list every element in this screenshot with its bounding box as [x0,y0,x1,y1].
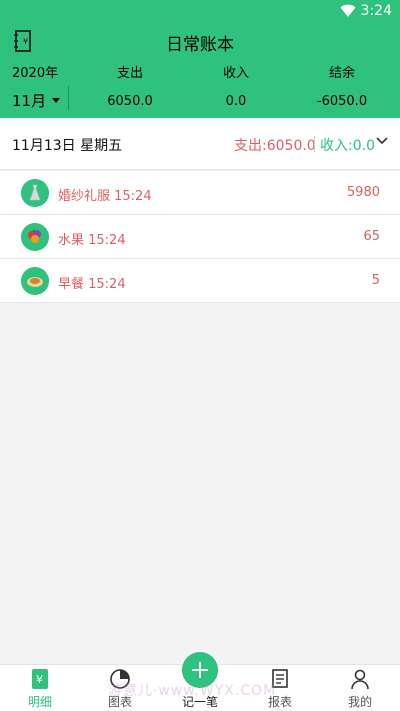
entry-amount: 5 [371,273,380,288]
expense-label: 支出 [116,66,143,81]
entry-name: 婚纱礼服 15:24 [58,189,152,204]
expense-value: 6050.0 [107,94,153,109]
balance-summary: 结余 -6050.0 [302,64,382,114]
income-value: 0.0 [225,94,247,109]
entry-amount: 65 [363,229,380,244]
entry-name: 水果 15:24 [58,233,126,248]
month-summary: 2020年 11月 支出 6050.0 收入 0.0 结余 -6050.0 [0,64,400,114]
month-selector[interactable]: 11月 [12,90,72,111]
svg-text:¥: ¥ [36,673,43,686]
tab-mine[interactable]: 我的 [330,665,390,711]
status-time: 3:24 [360,3,392,19]
expense-summary: 支出 6050.0 [90,64,170,114]
balance-label: 结余 [328,66,355,81]
day-group-header[interactable]: 11月13日 星期五 支出:6050.0 收入:0.0 [0,118,400,170]
year-label: 2020年 [12,66,59,81]
month-picker[interactable]: 2020年 11月 [12,64,72,114]
ledger-icon: ¥ [32,669,48,689]
list-item[interactable]: 水果 15:24 65 [0,215,400,259]
chevron-down-icon[interactable] [376,136,388,146]
tab-detail[interactable]: ¥ 明细 [10,665,70,711]
page-title: 日常账本 [166,35,234,55]
balance-value: -6050.0 [316,94,368,109]
list-item[interactable]: 早餐 15:24 5 [0,259,400,303]
day-date: 11月13日 星期五 [12,138,123,154]
tab-mine-label: 我的 [347,695,372,709]
watermark: ㅤ游意儿·www.WYX.COM [95,683,277,699]
entry-list: 婚纱礼服 15:24 5980 水果 15:24 65 早餐 15:24 5 [0,171,400,303]
fruit-icon [21,223,49,251]
summary-divider [68,86,69,110]
app-header: 3:24 ¥ 日常账本 2020年 11月 支出 6050.0 收入 0.0 结… [0,0,400,118]
income-summary: 收入 0.0 [196,64,276,114]
day-expense: 支出:6050.0 [234,138,316,154]
day-income: 收入:0.0 [320,138,375,154]
list-item[interactable]: 婚纱礼服 15:24 5980 [0,171,400,215]
tab-detail-label: 明细 [27,695,52,709]
dress-icon [21,179,49,207]
entry-name: 早餐 15:24 [58,277,126,292]
user-icon [351,669,369,690]
status-bar: 3:24 [0,0,400,24]
dropdown-caret-icon [52,98,61,103]
month-label: 11月 [12,92,47,110]
breakfast-icon [21,267,49,295]
entry-amount: 5980 [346,185,380,200]
income-label: 收入 [222,66,249,81]
day-divider [314,136,315,152]
wifi-icon [340,4,356,17]
title-bar: ¥ 日常账本 [0,24,400,58]
